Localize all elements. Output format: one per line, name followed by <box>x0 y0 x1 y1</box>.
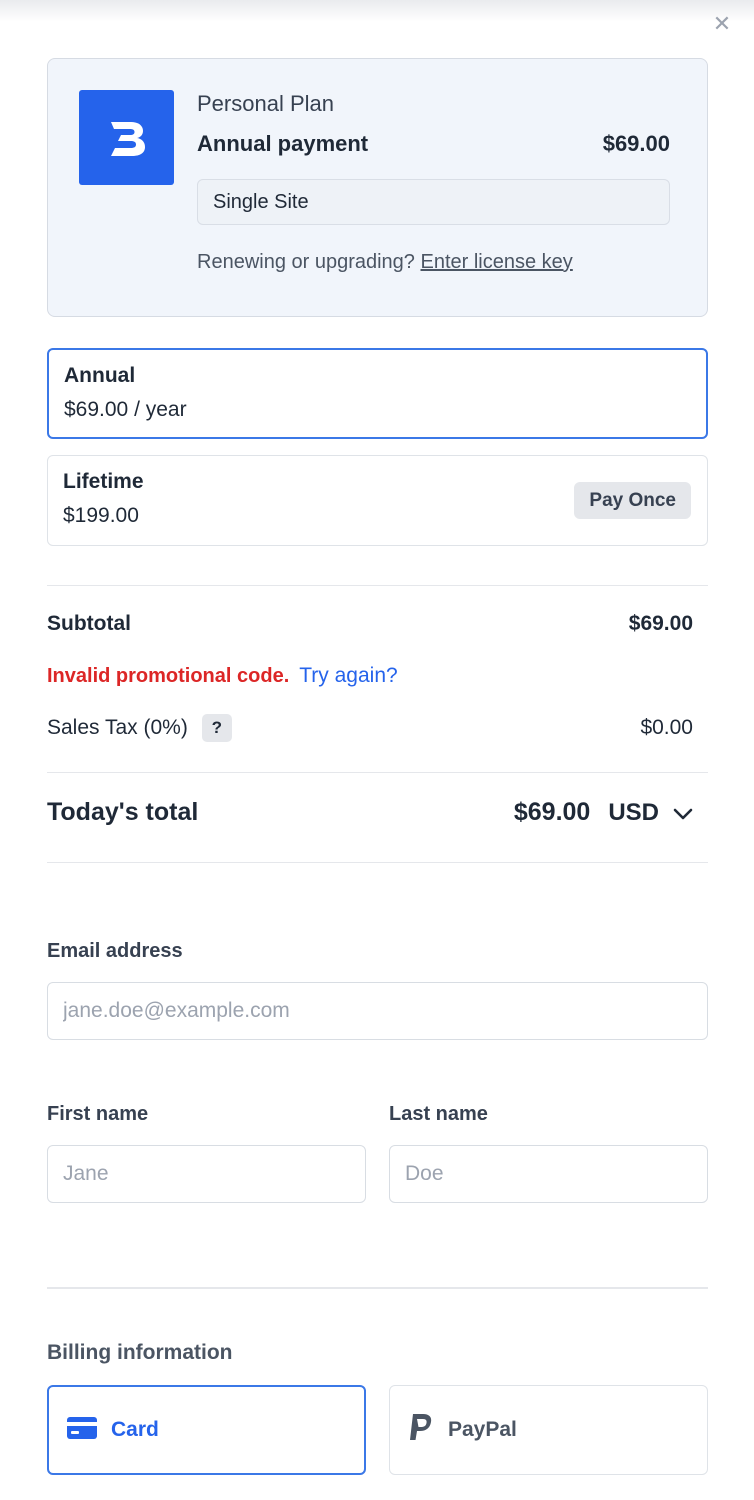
product-card: Personal Plan Annual payment $69.00 Sing… <box>47 58 708 317</box>
site-select[interactable]: Single Site <box>197 179 670 225</box>
last-name-field[interactable] <box>389 1145 708 1203</box>
payment-method-label: PayPal <box>448 1418 517 1441</box>
currency-value: USD <box>608 798 659 826</box>
payment-method-label: Card <box>111 1418 159 1441</box>
tax-value: $0.00 <box>640 716 693 739</box>
credit-card-svg <box>67 1416 97 1439</box>
divider <box>47 1287 708 1289</box>
email-label: Email address <box>47 940 183 962</box>
payment-method-card[interactable]: Card <box>47 1385 366 1475</box>
billing-option-annual[interactable]: Annual $69.00 / year <box>47 348 708 439</box>
tax-label: Sales Tax (0%) <box>47 716 188 739</box>
total-right: $69.00 USD <box>514 798 693 827</box>
plan-name: Personal Plan <box>197 91 334 116</box>
email-field[interactable] <box>47 982 708 1040</box>
paypal-svg <box>410 1413 432 1440</box>
promo-retry-link[interactable]: Try again? <box>299 664 397 688</box>
top-shadow <box>0 0 754 22</box>
billing-option-lifetime[interactable]: Lifetime $199.00 Pay Once <box>47 455 708 546</box>
divider <box>47 772 708 773</box>
credit-card-icon <box>67 1416 97 1444</box>
brand-b-logo-svg <box>110 121 145 156</box>
close-icon[interactable]: ✕ <box>712 13 732 35</box>
subtotal-label: Subtotal <box>47 612 131 635</box>
pay-once-badge: Pay Once <box>574 482 691 519</box>
option-price: $69.00 / year <box>64 398 187 421</box>
renew-text: Renewing or upgrading? <box>197 251 415 273</box>
renew-row: Renewing or upgrading? Enter license key <box>197 251 573 274</box>
option-title: Annual <box>64 364 136 387</box>
total-value: $69.00 <box>513 798 591 826</box>
option-title: Lifetime <box>63 470 144 493</box>
payment-method-paypal[interactable]: PayPal <box>389 1385 708 1475</box>
total-label: Today's total <box>47 798 199 826</box>
last-name-label: Last name <box>389 1103 488 1125</box>
payment-price: $69.00 <box>602 131 670 156</box>
currency-select[interactable]: USD <box>608 799 693 827</box>
payment-row: Annual payment $69.00 <box>197 131 670 157</box>
first-name-field[interactable] <box>47 1145 366 1203</box>
divider <box>47 585 708 586</box>
paypal-icon <box>408 1413 434 1448</box>
first-name-label: First name <box>47 1103 149 1125</box>
billing-information-title: Billing information <box>47 1341 233 1364</box>
tax-label-group: Sales Tax (0%) ? <box>47 714 232 742</box>
checkout-page: ✕ Personal Plan Annual payment $69.00 Si… <box>0 0 754 1500</box>
promo-error-message: Invalid promotional code. <box>47 664 290 687</box>
divider <box>47 862 708 863</box>
total-row: Today's total $69.00 USD <box>47 798 693 827</box>
chevron-down-icon <box>673 799 693 827</box>
site-select-value: Single Site <box>213 190 309 213</box>
brand-b-logo-icon <box>79 90 174 185</box>
subtotal-value: $69.00 <box>628 612 693 635</box>
option-price: $199.00 <box>63 504 139 527</box>
subtotal-row: Subtotal $69.00 <box>47 612 693 636</box>
chevron-down-svg <box>673 808 693 819</box>
payment-label: Annual payment <box>197 131 369 156</box>
tax-row: Sales Tax (0%) ? $0.00 <box>47 714 693 742</box>
enter-license-key-link[interactable]: Enter license key <box>421 251 573 273</box>
promo-row: Invalid promotional code. Try again? <box>47 664 693 688</box>
tax-help-icon[interactable]: ? <box>201 714 232 742</box>
